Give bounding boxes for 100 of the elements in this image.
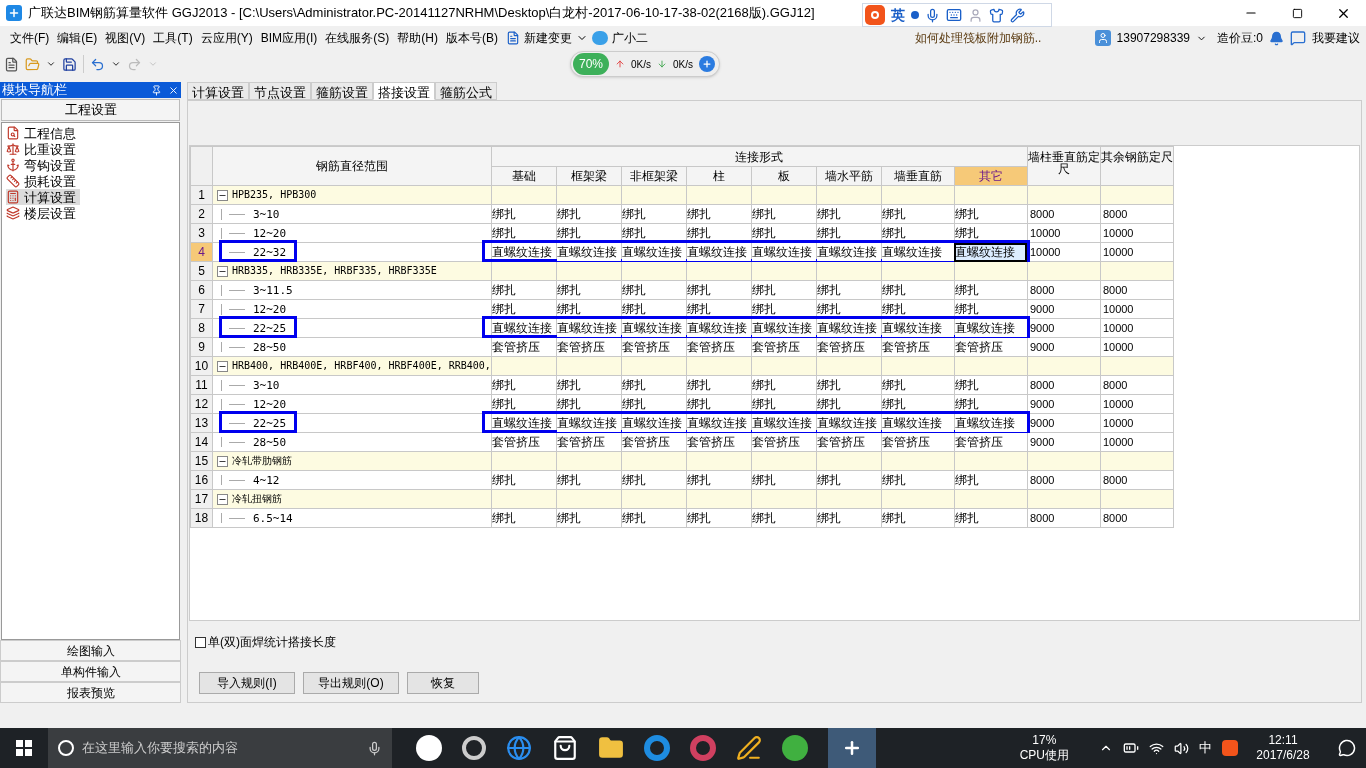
input-method-indicator[interactable]: 中 [1199,738,1212,758]
table-cell: 绑扎 [954,378,979,392]
shirt-icon[interactable] [989,7,1004,23]
tab[interactable]: 箍筋公式 [435,82,497,100]
microphone-icon[interactable] [367,740,382,756]
action-button[interactable]: 导出规则(O) [303,672,399,694]
nav-item[interactable]: 弯钩设置 [6,157,80,173]
table-cell: 直螺纹连接 [621,321,682,335]
collapse-toggle[interactable] [217,360,228,372]
upload-icon [615,59,626,69]
tab[interactable]: 搭接设置 [373,82,435,100]
price-beans: 造价豆:0 [1217,30,1263,47]
download-speed: 0K/s [673,57,694,72]
nav-item[interactable]: 工程信息 [6,125,80,141]
menu-item[interactable]: 新建变更 [524,29,572,47]
accelerate-icon[interactable] [699,56,716,72]
table-cell: 绑扎 [751,207,776,221]
wrench-icon[interactable] [1010,7,1025,23]
nav-item[interactable]: 损耗设置 [6,173,80,189]
clock[interactable]: 12:11 2017/6/28 [1248,733,1318,763]
menu-item[interactable]: 在线服务(S) [321,29,394,47]
group-label: HPB235, HPB300 [232,190,317,200]
module-button[interactable]: 报表预览 [0,682,181,703]
account-number[interactable]: 13907298339 [1116,29,1190,47]
action-button[interactable]: 导入规则(I) [199,672,295,694]
table-cell: 绑扎 [556,511,581,525]
collapse-toggle[interactable] [217,189,228,201]
section-button[interactable]: 工程设置 [1,99,180,121]
table-cell: 套管挤压 [686,435,735,449]
volume-icon[interactable] [1174,740,1189,756]
punctuation-icon[interactable] [911,11,919,19]
microphone-icon[interactable] [925,7,940,23]
close-icon[interactable] [168,84,179,96]
wifi-icon[interactable] [1149,740,1164,756]
nav-item[interactable]: 计算设置 [6,189,80,205]
table-cell: 绑扎 [556,283,581,297]
range-label: 3~10 [253,379,280,391]
menu-item[interactable]: 工具(T) [149,29,197,47]
chat-icon[interactable] [1290,30,1306,46]
window-title: 广联达BIM钢筋算量软件 GGJ2013 - [C:\Users\Administrator.PC-20141127NRHM\Desktop\白龙村-2017-06-10-17-38-02(2168版).GGJ12] [28,4,815,23]
caret-icon[interactable] [111,59,121,69]
group-label: 冷轧扭钢筋 [232,494,282,504]
table-cell: 绑扎 [751,283,776,297]
hint-link[interactable]: 如何处理筏板附加钢筋.. [888,29,1068,47]
table-cell: 套管挤压 [881,340,930,354]
undo-icon[interactable] [90,56,105,72]
menu-item[interactable]: 编辑(E) [53,29,102,47]
menu-item[interactable]: 广小二 [612,29,648,47]
table-cell: 直螺纹连接 [881,416,942,430]
table-cell: 绑扎 [556,397,581,411]
notification-icon[interactable] [1338,739,1356,757]
menu-item[interactable]: BIM应用(I) [256,29,322,47]
table-cell: 绑扎 [816,302,841,316]
table-cell: 绑扎 [751,397,776,411]
network-widget[interactable]: 70% 0K/s 0K/s [570,51,720,77]
user-avatar-icon[interactable] [1094,30,1111,46]
notepad-icon[interactable] [736,735,762,761]
menu-item[interactable]: 版本号(B) [442,29,502,47]
new-file-icon[interactable] [4,56,19,72]
document-icon[interactable] [506,31,520,45]
ime-mode[interactable]: 英 [891,4,905,26]
table-cell: 8000 [1102,511,1128,524]
browser-icon[interactable] [506,735,532,761]
pin-icon[interactable] [151,84,162,96]
range-label: 28~50 [253,341,287,353]
app-active-icon[interactable] [828,728,876,768]
table-cell: 直螺纹连接 [816,245,877,259]
menu-item[interactable]: 帮助(H) [393,29,442,47]
caret-icon[interactable] [46,59,56,69]
tab[interactable]: 节点设置 [249,82,311,100]
collapse-toggle[interactable] [217,493,228,505]
nav-item[interactable]: 比重设置 [6,141,80,157]
tab[interactable]: 计算设置 [187,82,249,100]
taskbar-search-field[interactable]: 在这里输入你要搜索的内容 [48,728,392,768]
module-button[interactable]: 单构件输入 [0,661,181,682]
sogou-tray-icon[interactable] [1222,740,1238,756]
bell-icon[interactable] [1269,30,1284,46]
menu-item[interactable]: 文件(F) [6,29,54,47]
table-cell: 绑扎 [954,283,979,297]
menu-item[interactable]: 云应用(Y) [196,29,257,47]
tab[interactable]: 箍筋设置 [311,82,373,100]
nav-item[interactable]: 楼层设置 [6,205,80,221]
store-icon[interactable] [552,735,578,761]
folder-icon[interactable] [598,735,624,761]
table-cell: 绑扎 [816,283,841,297]
table-cell: 直螺纹连接 [686,321,747,335]
collapse-toggle[interactable] [217,455,228,467]
checkbox[interactable] [195,636,206,648]
table-cell: 绑扎 [621,511,646,525]
keyboard-icon[interactable] [946,7,962,23]
menu-item[interactable]: 视图(V) [101,29,150,47]
save-icon[interactable] [62,56,77,72]
collapse-toggle[interactable] [217,265,228,277]
module-button[interactable]: 绘图输入 [0,640,181,661]
table-cell: 绑扎 [621,473,646,487]
battery-icon[interactable] [1123,740,1139,756]
table-cell: 绑扎 [556,302,581,316]
suggest-link[interactable]: 我要建议 [1312,29,1360,47]
action-button[interactable]: 恢复 [407,672,479,694]
cpu-meter[interactable]: 17% CPU使用 [1019,733,1069,763]
